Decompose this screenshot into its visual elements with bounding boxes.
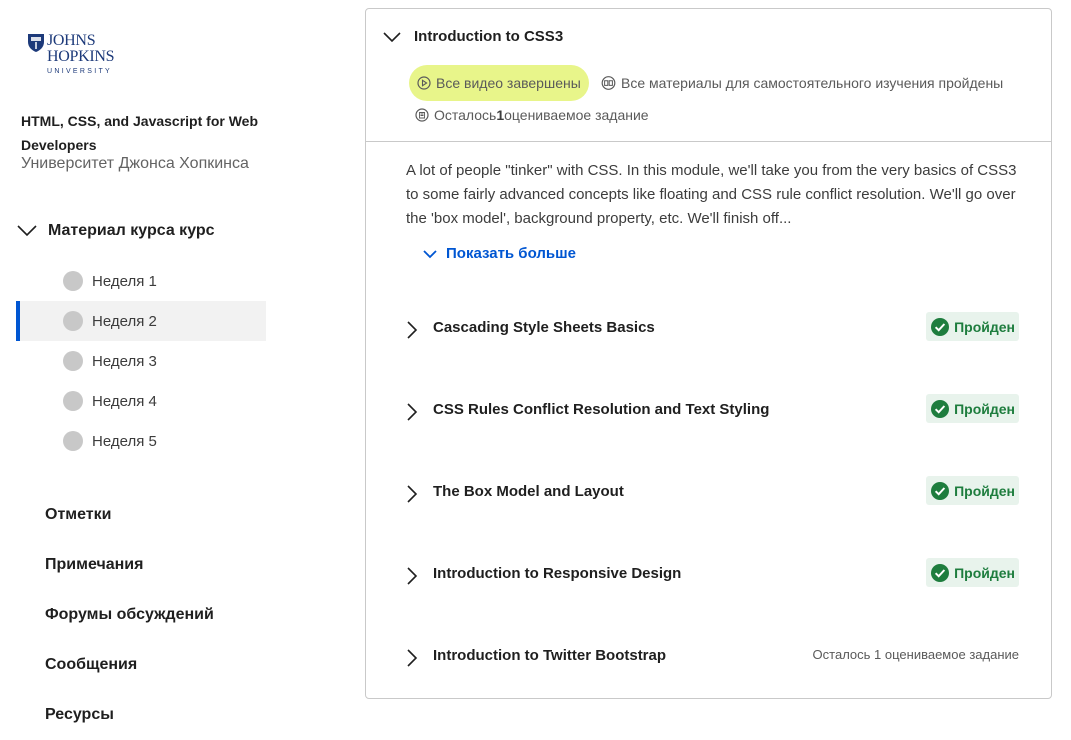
reading-status: Все материалы для самостоятельного изуче…: [601, 75, 1003, 91]
check-circle-icon: [931, 481, 950, 500]
book-icon: [601, 76, 616, 90]
sidebar-item-forums[interactable]: Форумы обсуждений: [45, 590, 214, 640]
play-circle-icon: [417, 76, 431, 90]
progress-circle-icon: [63, 311, 83, 331]
logo-text: JOHNS HOPKINS UNIVERSITY: [47, 32, 115, 76]
check-circle-icon: [931, 399, 950, 418]
shield-icon: [28, 34, 44, 52]
week-list: Неделя 1 Неделя 2 Неделя 3 Неделя 4 Неде…: [16, 261, 266, 461]
course-title[interactable]: HTML, CSS, and Javascript for Web Develo…: [21, 109, 271, 157]
sidebar-item-week-4[interactable]: Неделя 4: [16, 381, 266, 421]
sidebar-item-week-3[interactable]: Неделя 3: [16, 341, 266, 381]
show-more-button[interactable]: Показать больше: [422, 245, 576, 262]
graded-status-count: 1: [496, 107, 505, 123]
sidebar-item-notes[interactable]: Примечания: [45, 540, 214, 590]
logo-line-3: UNIVERSITY: [47, 68, 113, 75]
university-logo[interactable]: JOHNS HOPKINS UNIVERSITY: [27, 32, 115, 76]
completed-badge-label: Пройден: [954, 564, 1015, 581]
chevron-down-icon: [423, 249, 437, 258]
week-label: Неделя 5: [92, 432, 157, 450]
chevron-right-icon: [407, 321, 418, 339]
lesson-row[interactable]: Introduction to Responsive Design Пройде…: [402, 553, 1019, 593]
progress-circle-icon: [63, 431, 83, 451]
completed-badge: Пройден: [926, 312, 1019, 341]
lesson-title: Introduction to Responsive Design: [433, 564, 682, 582]
module-collapse-toggle[interactable]: Introduction to CSS3: [382, 28, 563, 45]
chevron-right-icon: [407, 649, 418, 667]
completed-badge: Пройден: [926, 558, 1019, 587]
chevron-right-icon: [407, 403, 418, 421]
completed-badge: Пройден: [926, 476, 1019, 505]
logo-line-1: JOHNS: [47, 32, 96, 49]
module-description: A lot of people "tinker" with CSS. In th…: [406, 162, 1017, 227]
sidebar-item-resources[interactable]: Ресурсы: [45, 690, 214, 740]
module-header: Introduction to CSS3 Все видео завершены…: [366, 9, 1051, 142]
completed-badge-label: Пройден: [954, 482, 1015, 499]
lesson-title: Cascading Style Sheets Basics: [433, 318, 655, 336]
lesson-row[interactable]: CSS Rules Conflict Resolution and Text S…: [402, 389, 1019, 429]
graded-status-prefix: Осталось: [434, 107, 497, 123]
sidebar-item-messages[interactable]: Сообщения: [45, 640, 214, 690]
videos-status: Все видео завершены: [409, 65, 589, 101]
week-label: Неделя 3: [92, 352, 157, 370]
module-title: Introduction to CSS3: [414, 28, 564, 45]
lesson-title: Introduction to Twitter Bootstrap: [433, 646, 667, 664]
logo-line-2: HOPKINS: [47, 48, 115, 65]
reading-status-text: Все материалы для самостоятельного изуче…: [621, 75, 1004, 91]
remaining-assignments: Осталось 1 оцениваемое задание: [812, 647, 1019, 662]
progress-circle-icon: [63, 391, 83, 411]
check-circle-icon: [931, 563, 950, 582]
sidebar: JOHNS HOPKINS UNIVERSITY HTML, CSS, and …: [0, 0, 290, 723]
chevron-down-icon: [383, 31, 401, 42]
lesson-row[interactable]: The Box Model and Layout Пройден: [402, 471, 1019, 511]
module-card: Introduction to CSS3 Все видео завершены…: [365, 8, 1052, 699]
progress-circle-icon: [63, 271, 83, 291]
sidebar-item-grades[interactable]: Отметки: [45, 490, 214, 540]
chevron-right-icon: [407, 567, 418, 585]
completed-badge-label: Пройден: [954, 400, 1015, 417]
sidebar-item-week-1[interactable]: Неделя 1: [16, 261, 266, 301]
sidebar-nav: Отметки Примечания Форумы обсуждений Соо…: [45, 490, 214, 740]
assignment-icon: [415, 108, 429, 122]
progress-circle-icon: [63, 351, 83, 371]
check-circle-icon: [931, 317, 950, 336]
week-label: Неделя 4: [92, 392, 157, 410]
lesson-title: The Box Model and Layout: [433, 482, 624, 500]
videos-status-text: Все видео завершены: [436, 75, 581, 91]
lesson-row[interactable]: Cascading Style Sheets Basics Пройден: [402, 307, 1019, 347]
lesson-title: CSS Rules Conflict Resolution and Text S…: [433, 400, 770, 418]
graded-status-suffix: оцениваемое задание: [504, 107, 649, 123]
sidebar-item-week-5[interactable]: Неделя 5: [16, 421, 266, 461]
course-organization: Университет Джонса Хопкинса: [21, 155, 249, 172]
course-material-toggle[interactable]: Материал курса курс: [16, 222, 215, 240]
graded-status: Осталось 1 оцениваемое задание: [415, 107, 649, 123]
lesson-row[interactable]: Introduction to Twitter Bootstrap Остало…: [402, 635, 1019, 675]
show-more-label: Показать больше: [446, 245, 576, 262]
sidebar-item-week-2[interactable]: Неделя 2: [16, 301, 266, 341]
week-label: Неделя 2: [92, 312, 157, 330]
chevron-down-icon: [17, 225, 37, 237]
completed-badge: Пройден: [926, 394, 1019, 423]
week-label: Неделя 1: [92, 272, 157, 290]
completed-badge-label: Пройден: [954, 318, 1015, 335]
course-material-label: Материал курса курс: [48, 222, 215, 239]
chevron-right-icon: [407, 485, 418, 503]
